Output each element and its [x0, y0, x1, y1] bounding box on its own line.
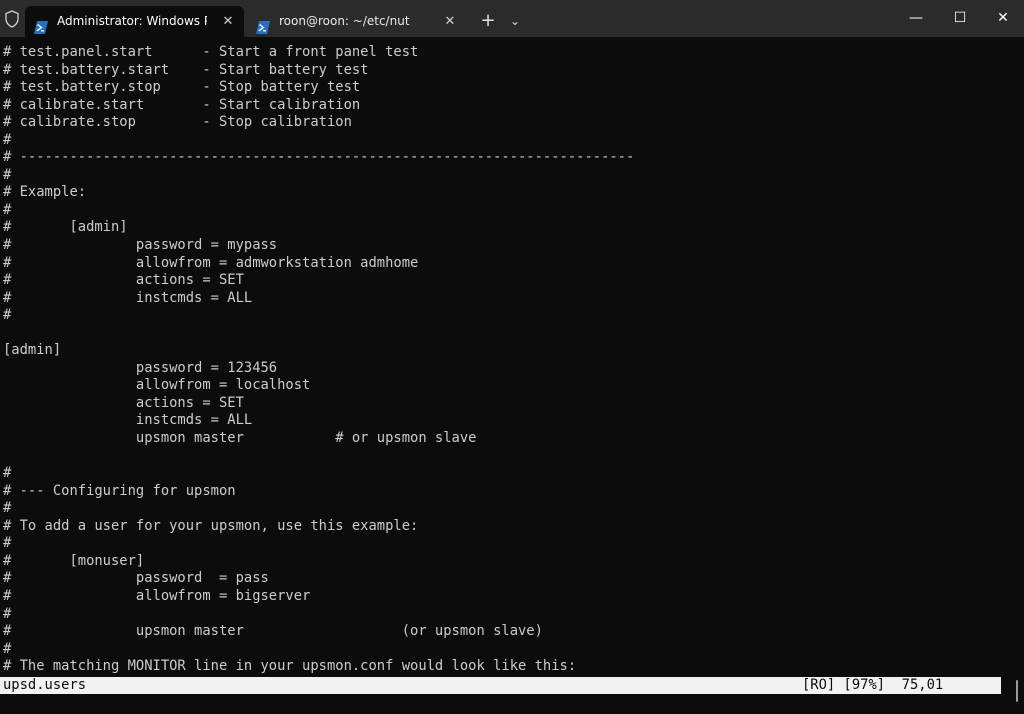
terminal-line: [admin]	[3, 342, 62, 359]
vim-status-bar: upsd.users [RO] [97%] 75,01	[0, 677, 1001, 694]
terminal-line: #	[3, 131, 12, 148]
tab-bar: Administrator: Windows PowerShell ✕ roon…	[0, 0, 1024, 37]
terminal-line: password = 123456	[3, 359, 278, 376]
terminal-line: # password = pass	[3, 570, 269, 587]
powershell-icon	[256, 15, 270, 34]
terminal-line: # allowfrom = bigserver	[3, 587, 311, 604]
terminal-line: #	[3, 640, 12, 657]
terminal-line: #	[3, 500, 12, 517]
terminal-line: #	[3, 307, 12, 324]
terminal-line: allowfrom = localhost	[3, 377, 311, 394]
terminal-line: # [admin]	[3, 219, 128, 236]
terminal-line: #	[3, 166, 12, 183]
terminal-line: # The matching MONITOR line in your upsm…	[3, 658, 577, 674]
status-filename: upsd.users	[3, 677, 87, 693]
tab-label: roon@roon: ~/etc/nut	[279, 14, 410, 28]
close-tab-icon[interactable]: ✕	[220, 6, 236, 37]
maximize-button[interactable]: ☐	[937, 0, 983, 37]
terminal-line: # Example:	[3, 184, 87, 201]
tab-roon-ssh[interactable]: roon@roon: ~/etc/nut ✕	[247, 6, 466, 37]
close-tab-icon[interactable]: ✕	[442, 6, 458, 37]
terminal-line: # [monuser]	[3, 552, 145, 569]
terminal-line: #	[3, 605, 12, 622]
terminal-line: # test.panel.start - Start a front panel…	[3, 44, 419, 60]
tab-windows-powershell[interactable]: Administrator: Windows PowerShell ✕	[25, 6, 244, 37]
minimize-button[interactable]: —	[893, 0, 939, 37]
terminal-line: #	[3, 535, 12, 552]
tab-label: Administrator: Windows PowerShell	[57, 14, 207, 28]
terminal-line: # --- Configuring for upsmon	[3, 482, 236, 499]
terminal-content[interactable]: # test.panel.start - Start a front panel…	[3, 44, 1013, 674]
terminal-line: # allowfrom = admworkstation admhome	[3, 254, 419, 271]
terminal-line: actions = SET	[3, 394, 244, 411]
close-window-button[interactable]: ✕	[980, 0, 1024, 37]
terminal-line: # actions = SET	[3, 272, 244, 289]
terminal-line: instcmds = ALL	[3, 412, 253, 429]
chevron-down-icon[interactable]: ⌄	[504, 8, 526, 34]
terminal-line: upsmon master # or upsmon slave	[3, 430, 477, 447]
status-position: [RO] [97%] 75,01	[802, 677, 944, 693]
terminal-line: # calibrate.stop - Stop calibration	[3, 114, 352, 131]
terminal-line: # test.battery.start - Start battery tes…	[3, 61, 369, 78]
terminal-window: Administrator: Windows PowerShell ✕ roon…	[0, 0, 1024, 714]
new-tab-button[interactable]: +	[477, 8, 499, 34]
terminal-line: # calibrate.start - Start calibration	[3, 96, 361, 113]
terminal-line: # upsmon master (or upsmon slave)	[3, 623, 543, 640]
terminal-line: # test.battery.stop - Stop battery test	[3, 79, 361, 96]
terminal-line: # password = mypass	[3, 237, 278, 254]
scrollbar[interactable]	[1016, 680, 1018, 702]
terminal-line: #	[3, 465, 12, 482]
terminal-line: # --------------------------------------…	[3, 149, 635, 166]
shield-icon	[4, 10, 20, 28]
terminal-line: # instcmds = ALL	[3, 289, 253, 306]
terminal-line: # To add a user for your upsmon, use thi…	[3, 517, 419, 534]
terminal-line: #	[3, 201, 12, 218]
powershell-icon	[34, 15, 48, 34]
